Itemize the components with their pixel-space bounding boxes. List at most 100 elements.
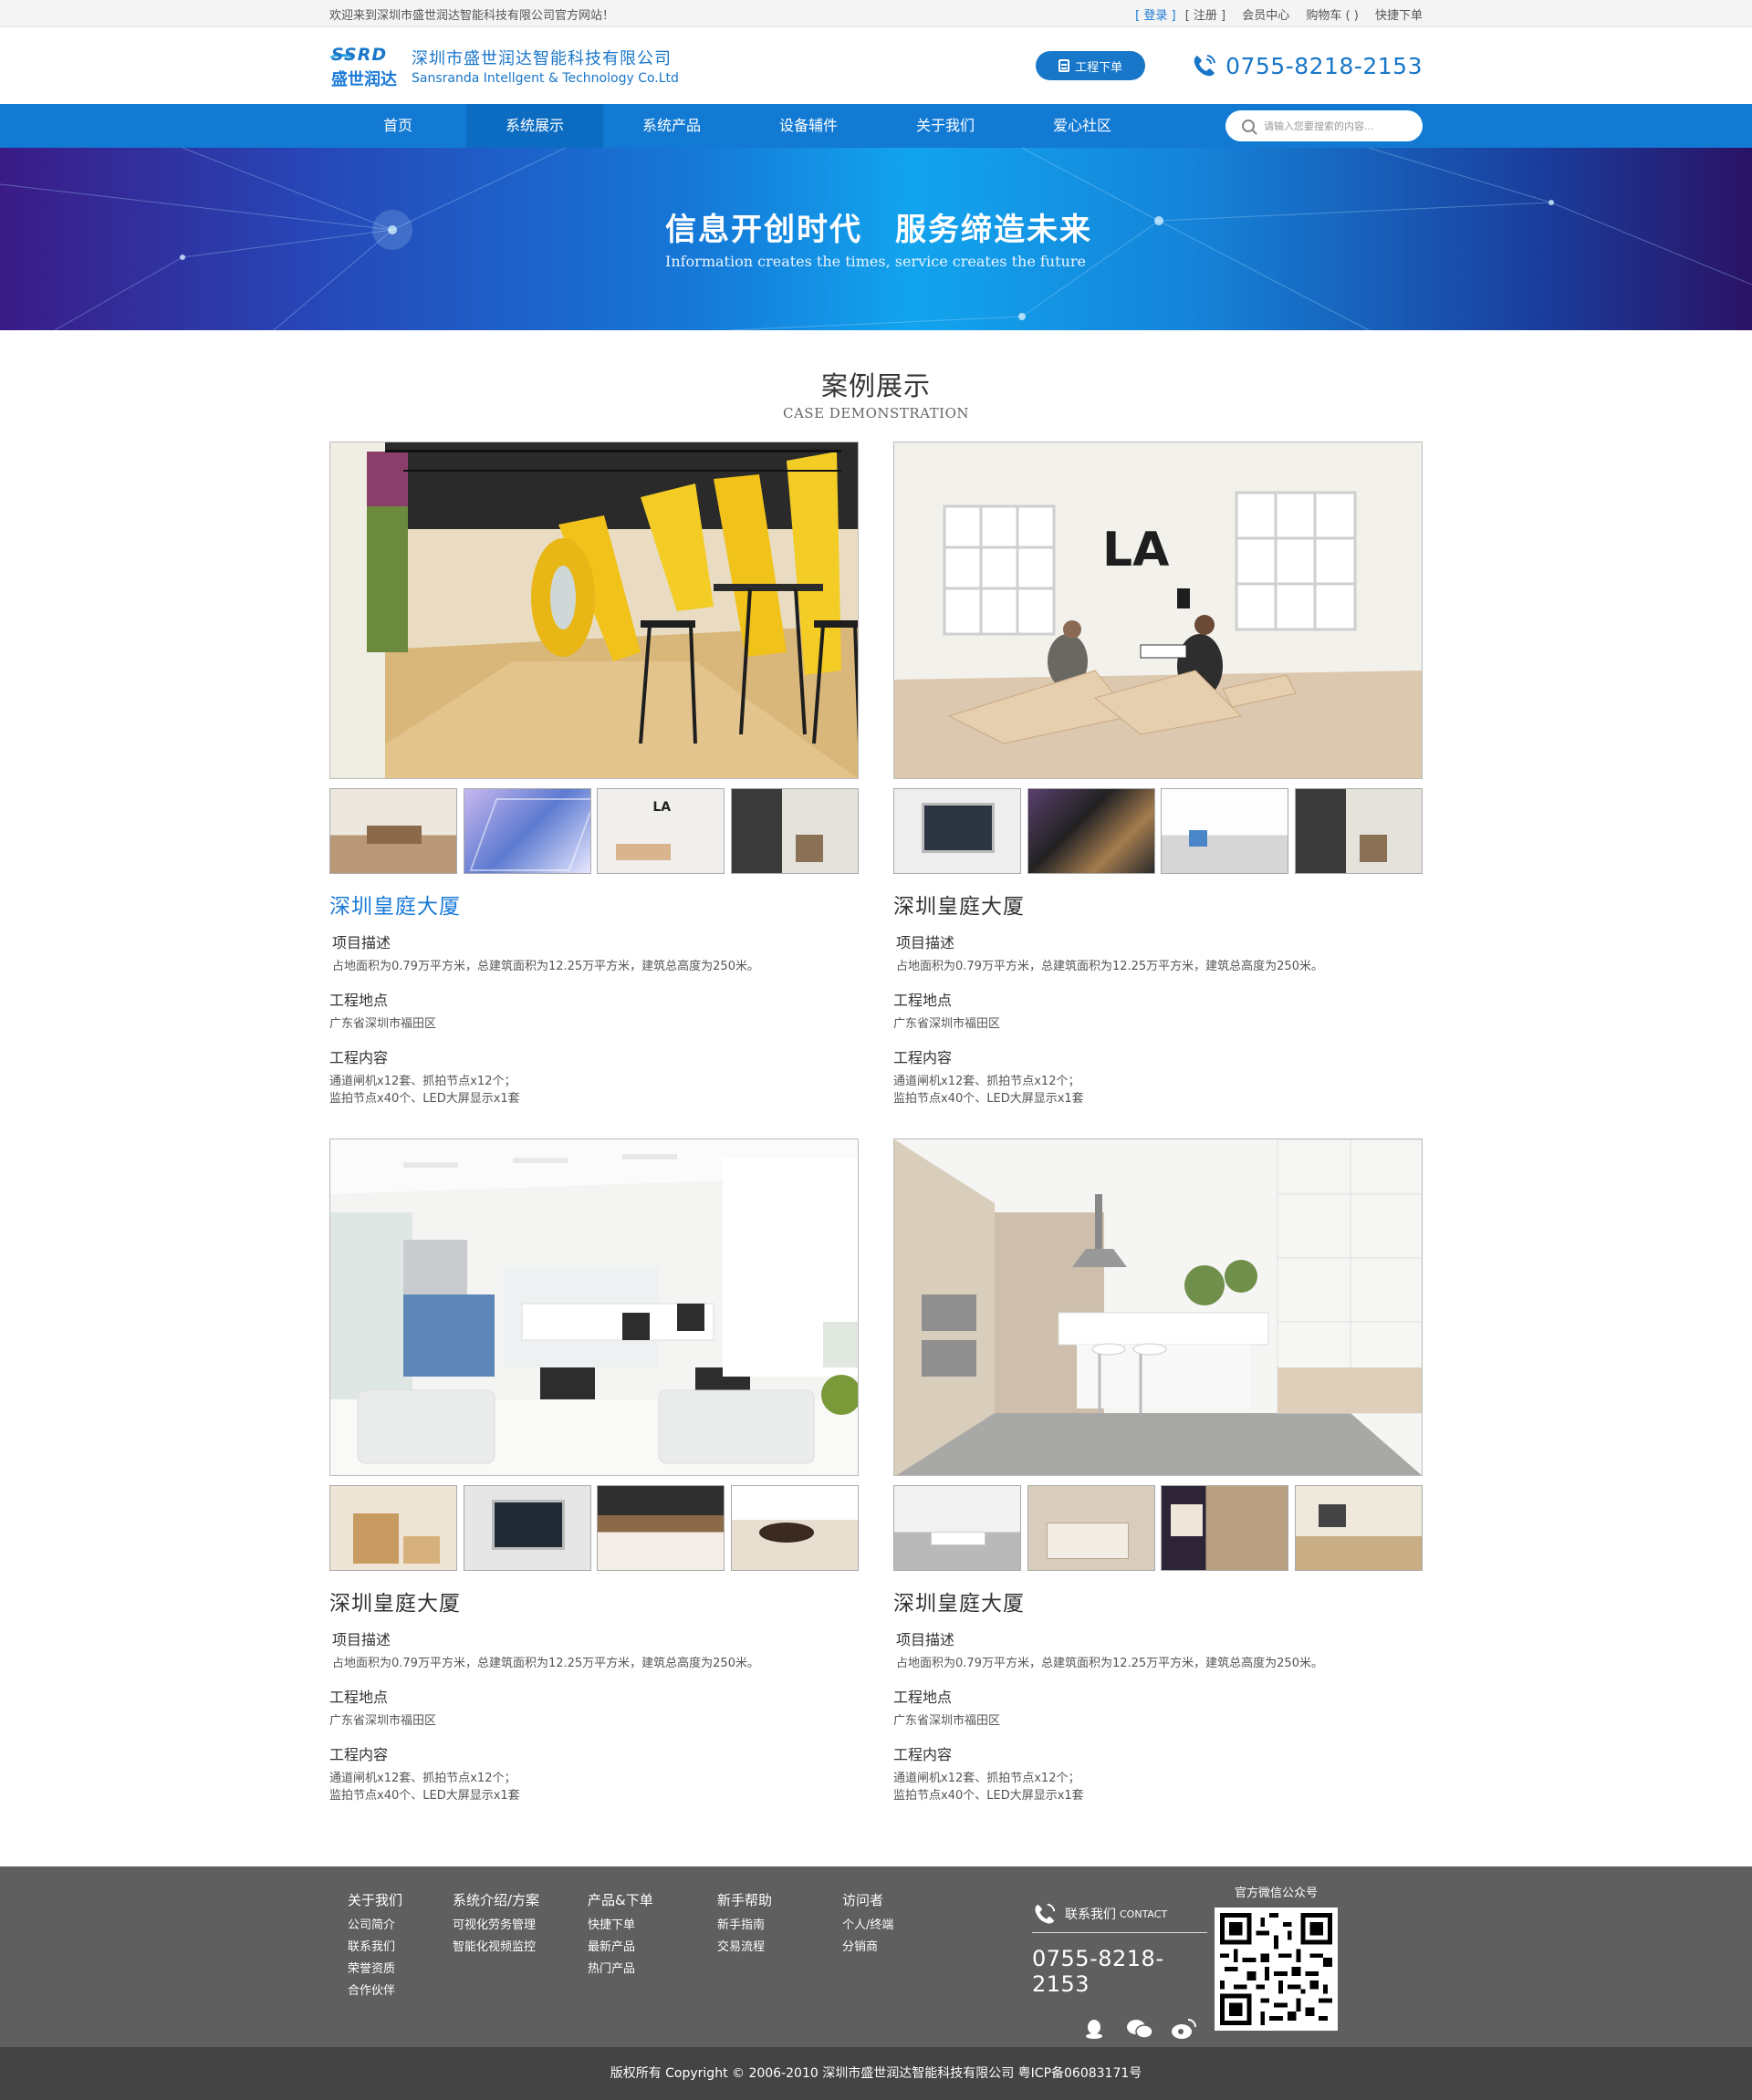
logo[interactable]: SSRD 盛世润达 深圳市盛世润达智能科技有限公司 Sansranda Inte… <box>329 43 679 89</box>
case-desc: 占地面积为0.79万平方米，总建筑面积为12.25万平方米，建筑总高度为250米… <box>896 960 1323 973</box>
register-link[interactable]: [ 注册 ] <box>1185 9 1225 23</box>
top-links: [ 登录 ] [ 注册 ] 会员中心 购物车 ( ) 快捷下单 <box>1122 5 1423 23</box>
case-main-image-text: LA <box>1102 523 1169 577</box>
case-thumbnail[interactable] <box>1161 788 1289 874</box>
case-location: 广东省深圳市福田区 <box>893 1017 1001 1031</box>
case-thumbnail[interactable] <box>730 788 859 874</box>
case-location-label: 工程地点 <box>329 992 389 1009</box>
footer-link[interactable]: 新手指南 <box>717 1915 772 1937</box>
case-card: LA 深圳皇庭大厦 项目描述 占地面积为0.79万平方米，总建筑面积为12.25… <box>893 442 1423 1107</box>
footer-link[interactable]: 交易流程 <box>717 1937 772 1959</box>
header-phone: 0755-8218-2153 <box>1191 52 1423 79</box>
case-thumbnail[interactable] <box>329 788 457 874</box>
weibo-icon[interactable] <box>1170 2017 1196 2039</box>
case-thumbnail[interactable] <box>1294 1485 1423 1571</box>
case-thumbnail[interactable] <box>1027 788 1155 874</box>
section-subtitle: CASE DEMONSTRATION <box>783 405 969 421</box>
quick-order-link[interactable]: 快捷下单 <box>1375 9 1423 23</box>
project-order-button[interactable]: 工程下单 <box>1036 51 1146 80</box>
case-desc-label: 项目描述 <box>332 1631 391 1648</box>
header: SSRD 盛世润达 深圳市盛世润达智能科技有限公司 Sansranda Inte… <box>0 27 1752 104</box>
nav-item-community[interactable]: 爱心社区 <box>1014 104 1151 148</box>
footer-link[interactable]: 快捷下单 <box>588 1915 653 1937</box>
member-center-link[interactable]: 会员中心 <box>1242 9 1289 23</box>
nav-item-system-products[interactable]: 系统产品 <box>603 104 740 148</box>
section-heading: 案例展示 CASE DEMONSTRATION <box>0 365 1752 421</box>
case-main-image[interactable]: LA <box>893 442 1423 779</box>
case-thumbnail[interactable] <box>597 1485 725 1571</box>
case-thumbnail[interactable] <box>893 1485 1021 1571</box>
document-icon <box>1058 59 1070 72</box>
cart-link[interactable]: 购物车 ( ) <box>1306 9 1358 23</box>
wechat-qr-block: 官方微信公众号 <box>1215 1883 1338 2031</box>
case-content-label: 工程内容 <box>893 1049 953 1066</box>
nav-item-equipment[interactable]: 设备辅件 <box>740 104 877 148</box>
search-icon[interactable] <box>1242 120 1255 132</box>
case-content-label: 工程内容 <box>329 1049 389 1066</box>
copyright-bar: 版权所有 Copyright © 2006-2010 深圳市盛世润达智能科技有限… <box>0 2047 1752 2100</box>
copyright-text: 版权所有 Copyright © 2006-2010 深圳市盛世润达智能科技有限… <box>610 2066 1142 2081</box>
case-title[interactable]: 深圳皇庭大厦 <box>329 889 859 920</box>
case-card: LA 深圳皇庭大厦 项目描述 占地面积为0.79万平方米，总建筑面积为12.25… <box>329 442 859 1107</box>
case-desc: 占地面积为0.79万平方米，总建筑面积为12.25万平方米，建筑总高度为250米… <box>896 1657 1323 1670</box>
logo-mark: SSRD 盛世润达 <box>329 43 404 89</box>
case-location-label: 工程地点 <box>893 1689 953 1706</box>
company-name-en: Sansranda Intellgent & Technology Co.Ltd <box>412 71 679 86</box>
case-content: 通道闸机x12套、抓拍节点x12个； 监拍节点x40个、LED大屏显示x1套 <box>893 1772 1084 1803</box>
footer-col-visitors: 访问者 个人/终端 分销商 <box>842 1890 893 1959</box>
company-name: 深圳市盛世润达智能科技有限公司 Sansranda Intellgent & T… <box>412 46 679 86</box>
case-thumbnails: LA <box>329 788 859 874</box>
nav-item-home[interactable]: 首页 <box>329 104 466 148</box>
footer-link[interactable]: 最新产品 <box>588 1937 653 1959</box>
case-thumbnail[interactable] <box>1294 788 1423 874</box>
footer-link[interactable]: 热门产品 <box>588 1959 653 1980</box>
case-thumbnail[interactable] <box>329 1485 457 1571</box>
case-thumbnail[interactable]: LA <box>597 788 725 874</box>
case-main-image[interactable] <box>893 1138 1423 1476</box>
case-main-image[interactable] <box>329 1138 859 1476</box>
case-card: 深圳皇庭大厦 项目描述 占地面积为0.79万平方米，总建筑面积为12.25万平方… <box>893 1138 1423 1804</box>
case-title[interactable]: 深圳皇庭大厦 <box>893 1585 1423 1617</box>
phone-icon <box>1194 55 1216 77</box>
section-title: 案例展示 <box>820 370 931 401</box>
case-title[interactable]: 深圳皇庭大厦 <box>329 1585 859 1617</box>
footer-phone-number: 0755-8218-2153 <box>1032 1946 1164 1997</box>
case-thumbnail[interactable] <box>893 788 1021 874</box>
case-location-label: 工程地点 <box>329 1689 389 1706</box>
footer-link[interactable]: 公司简介 <box>348 1915 402 1937</box>
login-link[interactable]: [ 登录 ] <box>1135 9 1175 23</box>
case-main-image[interactable] <box>329 442 859 779</box>
case-thumbnail[interactable] <box>1027 1485 1155 1571</box>
case-desc: 占地面积为0.79万平方米，总建筑面积为12.25万平方米，建筑总高度为250米… <box>332 1657 759 1670</box>
search-input[interactable] <box>1264 120 1401 132</box>
footer-contact: 联系我们 CONTACT 0755-8218-2153 <box>1032 1901 1207 2039</box>
wechat-icon[interactable] <box>1126 2017 1153 2039</box>
footer-col-help: 新手帮助 新手指南 交易流程 <box>717 1890 772 1959</box>
contact-label: 联系我们 <box>1065 1908 1116 1922</box>
social-links <box>1082 2017 1207 2039</box>
footer-link[interactable]: 合作伙伴 <box>348 1980 402 2002</box>
qr-title: 官方微信公众号 <box>1234 1887 1318 1900</box>
footer-link[interactable]: 分销商 <box>842 1937 893 1959</box>
footer-link[interactable]: 智能化视频监控 <box>453 1937 539 1959</box>
qq-icon[interactable] <box>1082 2017 1106 2039</box>
case-thumbnail[interactable] <box>463 1485 591 1571</box>
welcome-text: 欢迎来到深圳市盛世润达智能科技有限公司官方网站！ <box>329 8 615 23</box>
case-thumbnail[interactable] <box>1161 1485 1289 1571</box>
case-grid: LA 深圳皇庭大厦 项目描述 占地面积为0.79万平方米，总建筑面积为12.25… <box>329 442 1423 1804</box>
footer-col-title: 新手帮助 <box>717 1892 773 1908</box>
case-content-label: 工程内容 <box>893 1746 953 1763</box>
footer-link[interactable]: 个人/终端 <box>842 1915 893 1937</box>
case-thumbnail[interactable] <box>463 788 591 874</box>
case-title[interactable]: 深圳皇庭大厦 <box>893 889 1423 920</box>
nav-item-system-showcase[interactable]: 系统展示 <box>466 104 603 148</box>
case-thumbnails <box>893 788 1423 874</box>
case-card: 深圳皇庭大厦 项目描述 占地面积为0.79万平方米，总建筑面积为12.25万平方… <box>329 1138 859 1804</box>
footer-link[interactable]: 荣誉资质 <box>348 1959 402 1980</box>
case-content: 通道闸机x12套、抓拍节点x12个； 监拍节点x40个、LED大屏显示x1套 <box>329 1772 520 1803</box>
nav-item-about[interactable]: 关于我们 <box>877 104 1014 148</box>
footer-link[interactable]: 联系我们 <box>348 1937 402 1959</box>
footer-link[interactable]: 可视化劳务管理 <box>453 1915 539 1937</box>
case-thumbnail[interactable] <box>730 1485 859 1571</box>
case-content: 通道闸机x12套、抓拍节点x12个； 监拍节点x40个、LED大屏显示x1套 <box>893 1075 1084 1106</box>
